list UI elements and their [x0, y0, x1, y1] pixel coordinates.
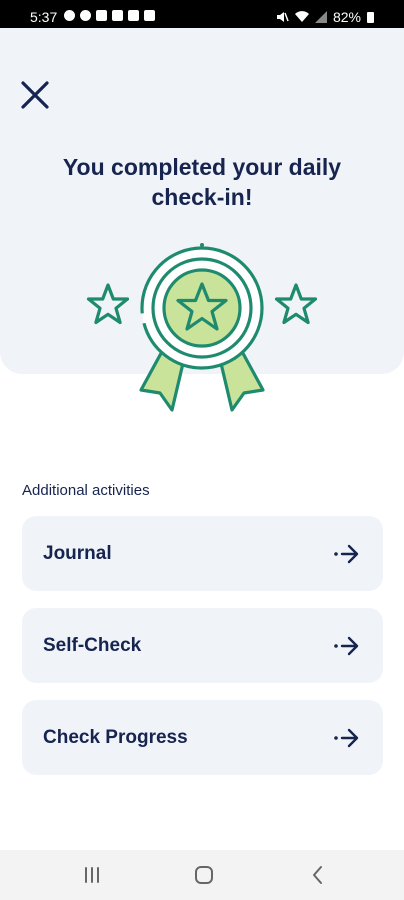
image-icon [128, 10, 139, 21]
battery-percent: 82% [332, 9, 361, 25]
mail-icon [96, 10, 107, 21]
mute-icon [276, 12, 289, 22]
notification-icons [64, 10, 155, 21]
back-button[interactable] [306, 863, 330, 887]
journal-label: Journal [43, 543, 112, 564]
self-check-label: Self-Check [43, 635, 142, 656]
account-icon [80, 10, 91, 21]
system-status: 82% [276, 9, 374, 25]
close-icon [21, 81, 49, 109]
home-button[interactable] [192, 863, 216, 887]
award-badge [80, 238, 324, 416]
settings-icon [64, 10, 75, 21]
check-progress-card[interactable]: Check Progress [22, 700, 383, 775]
journal-card[interactable]: Journal [22, 516, 383, 591]
right-star [274, 283, 318, 325]
home-icon [195, 866, 213, 884]
system-navigation-bar [0, 850, 404, 900]
self-check-card[interactable]: Self-Check [22, 608, 383, 683]
page-title: You completed your daily check-in! [62, 154, 342, 210]
arrow-right-icon [334, 636, 359, 656]
recents-icon [85, 867, 99, 883]
back-icon [313, 866, 322, 884]
lock-icon [112, 10, 123, 21]
wifi-icon [294, 11, 309, 22]
battery-icon [367, 11, 374, 23]
arrow-right-icon [334, 728, 359, 748]
signal-icon [314, 11, 327, 23]
left-star [86, 283, 130, 325]
section-label: Additional activities [22, 482, 150, 499]
award-badge-icon [86, 243, 318, 412]
arrow-right-icon [334, 544, 359, 564]
recents-button[interactable] [80, 863, 104, 887]
close-button[interactable] [18, 78, 52, 112]
app-notification-icon [144, 10, 155, 21]
status-time: 5:37 [30, 9, 58, 25]
check-progress-label: Check Progress [43, 727, 188, 748]
